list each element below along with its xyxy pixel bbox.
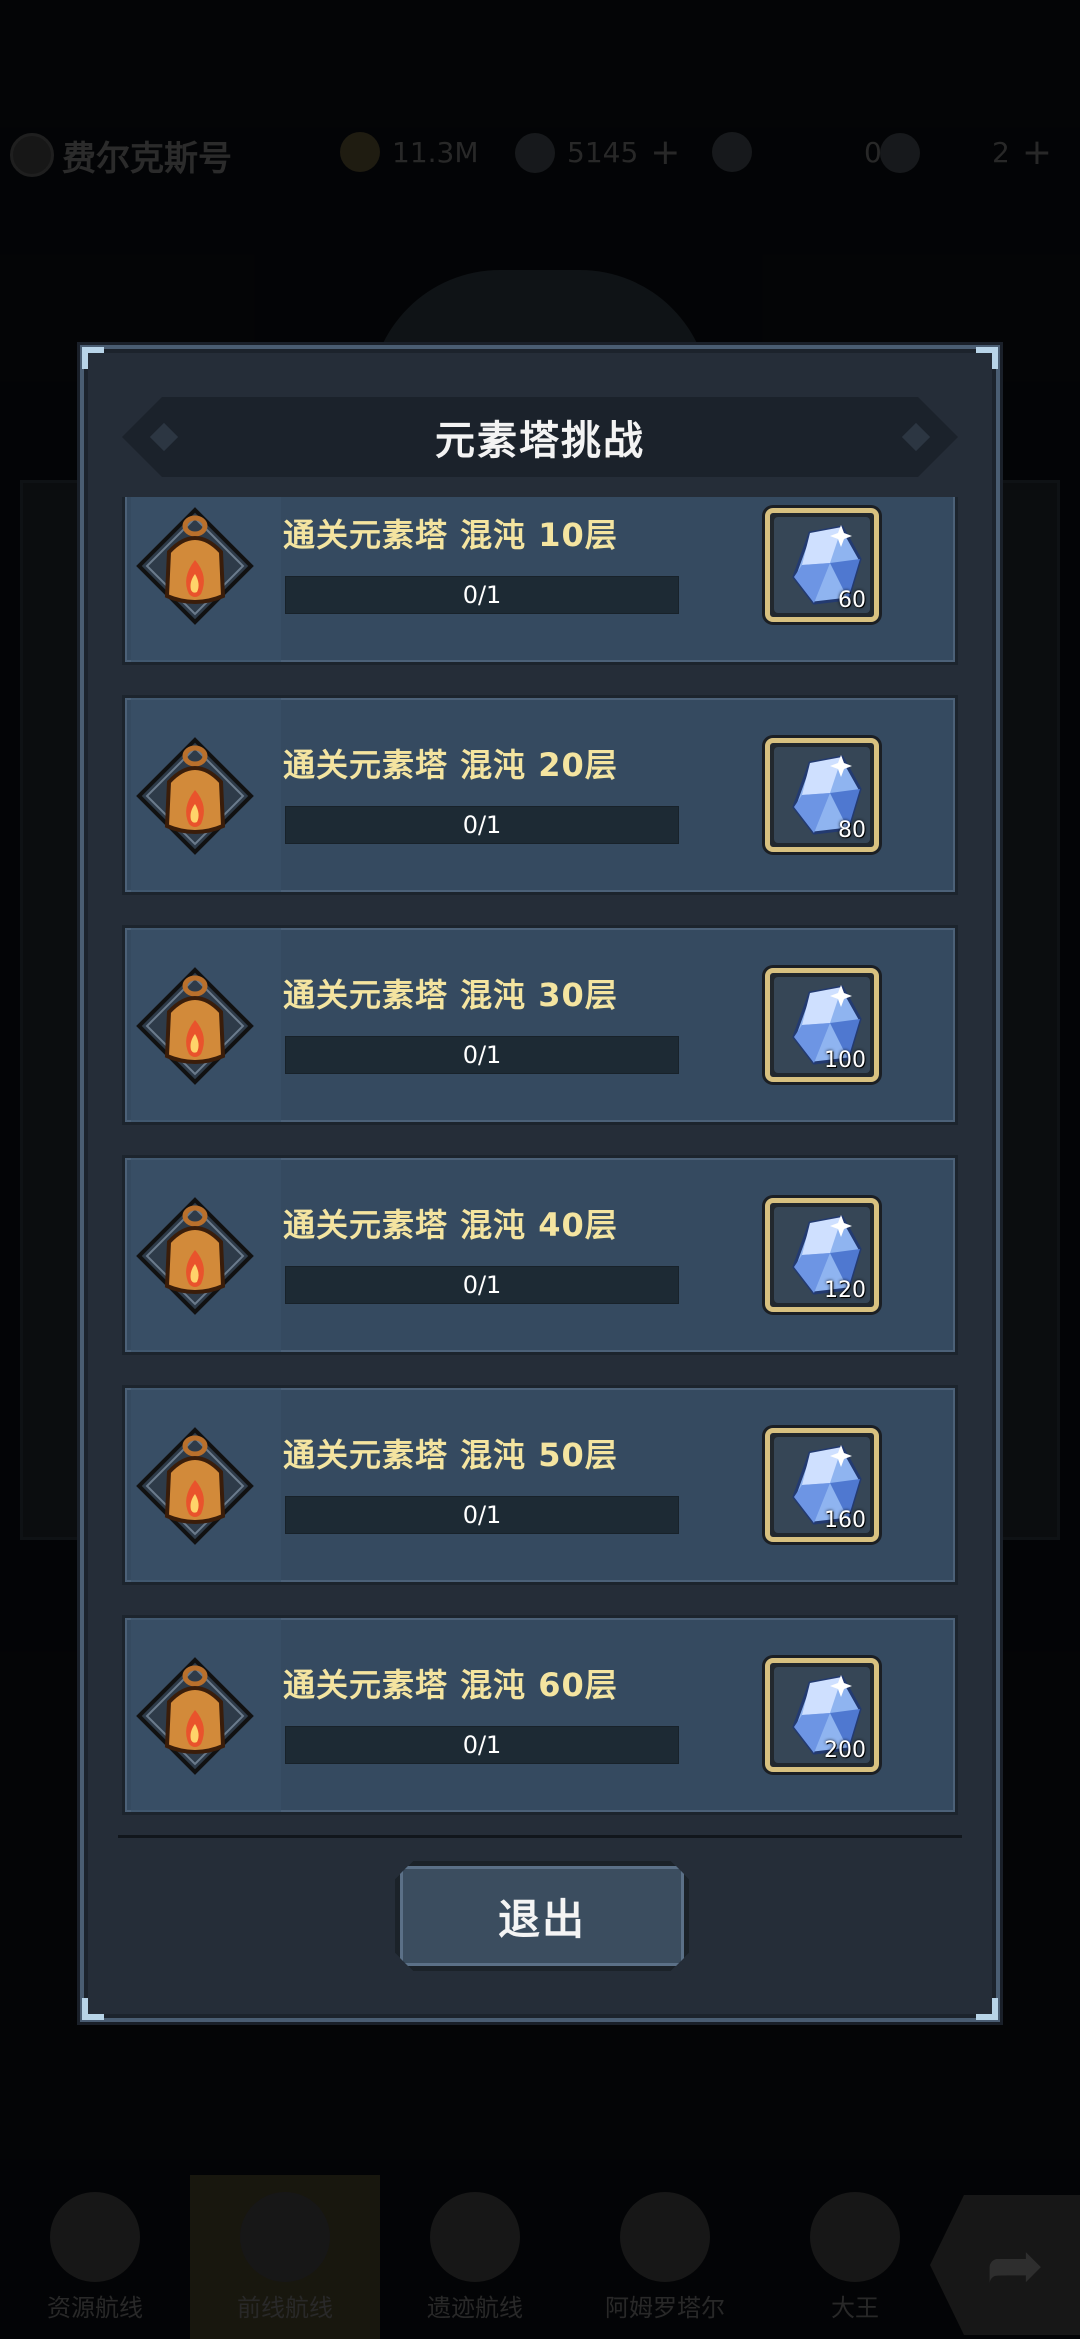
flame-lantern-icon: [136, 967, 254, 1085]
task-title: 通关元素塔 混沌 30层: [283, 976, 618, 1014]
nav-king: 大王: [760, 2175, 950, 2339]
reward-count: 120: [824, 1278, 866, 1303]
diamond-ornament-icon: [901, 422, 931, 452]
task-card: 通关元素塔 混沌 20层 0/1 80: [122, 695, 958, 895]
reward-count: 160: [824, 1508, 866, 1533]
progress-text: 0/1: [462, 1731, 502, 1759]
task-card: 通关元素塔 混沌 30层 0/1 100: [122, 925, 958, 1125]
relic-route-icon: [430, 2192, 520, 2282]
resource-route-icon: [50, 2192, 140, 2282]
task-progress-bar: 0/1: [285, 1726, 679, 1764]
diamond-ornament-icon: [149, 422, 179, 452]
task-progress-bar: 0/1: [285, 1496, 679, 1534]
task-card: 通关元素塔 混沌 10层 0/1 60: [122, 497, 958, 665]
reward-slot[interactable]: 80: [765, 738, 879, 852]
reward-slot[interactable]: 120: [765, 1198, 879, 1312]
coin-icon: [340, 132, 380, 172]
front-route-icon: [240, 2192, 330, 2282]
task-title: 通关元素塔 混沌 40层: [283, 1206, 618, 1244]
task-progress-bar: 0/1: [285, 806, 679, 844]
flame-lantern-icon: [136, 1427, 254, 1545]
resource-chip: 0: [712, 132, 882, 172]
top-resource-bar: 费尔克斯号 11.3M 5145 + 0 2 +: [0, 120, 1080, 190]
flame-lantern-icon: [136, 1657, 254, 1775]
progress-text: 0/1: [462, 1041, 502, 1069]
task-title: 通关元素塔 混沌 10层: [283, 516, 618, 554]
ship-icon: [10, 133, 54, 177]
task-card: 通关元素塔 混沌 40层 0/1 120: [122, 1155, 958, 1355]
task-list[interactable]: 通关元素塔 混沌 10层 0/1 60 通关元素塔 混沌 20层 0/1 80 …: [122, 497, 958, 1842]
resource-coins: 11.3M: [340, 132, 479, 172]
corner-decoration: [82, 347, 104, 369]
king-icon: [810, 2192, 900, 2282]
forward-arrow-button: ➦: [930, 2195, 1080, 2335]
flame-lantern-icon: [136, 1197, 254, 1315]
forward-arrow-icon: ➦: [985, 2224, 1045, 2306]
progress-text: 0/1: [462, 581, 502, 609]
reward-count: 60: [838, 588, 866, 613]
progress-text: 0/1: [462, 811, 502, 839]
corner-decoration: [976, 347, 998, 369]
ship-name: 费尔克斯号: [62, 138, 232, 179]
chip-icon: [712, 132, 752, 172]
task-progress-bar: 0/1: [285, 1266, 679, 1304]
flame-lantern-icon: [136, 737, 254, 855]
reward-slot[interactable]: 60: [765, 508, 879, 622]
task-title: 通关元素塔 混沌 50层: [283, 1436, 618, 1474]
task-progress-bar: 0/1: [285, 1036, 679, 1074]
background-right-panel: [990, 480, 1060, 1540]
corner-decoration: [976, 1998, 998, 2020]
reward-count: 80: [838, 818, 866, 843]
fuel-icon: [880, 132, 920, 173]
bottom-nav: 资源航线 前线航线 遗迹航线 阿姆罗塔尔 大王 ➦: [0, 2175, 1080, 2339]
resource-feather: 5145 +: [515, 132, 680, 173]
reward-slot[interactable]: 200: [765, 1658, 879, 1772]
element-tower-challenge-dialog: 元素塔挑战 通关元素塔 混沌 10层 0/1 60 通关元素塔 混沌 20层 0…: [80, 345, 1000, 2022]
resource-fuel: 2 +: [880, 132, 1052, 173]
nav-amrotal: 阿姆罗塔尔: [570, 2175, 760, 2339]
amrotal-icon: [620, 2192, 710, 2282]
divider: [118, 1835, 962, 1838]
flame-lantern-icon: [136, 507, 254, 625]
exit-button-label: 退出: [497, 1894, 586, 1944]
progress-text: 0/1: [462, 1271, 502, 1299]
nav-resource-route: 资源航线: [0, 2175, 190, 2339]
nav-front-route: 前线航线: [190, 2175, 380, 2339]
task-card: 通关元素塔 混沌 50层 0/1 160: [122, 1385, 958, 1585]
reward-count: 200: [824, 1738, 866, 1763]
reward-slot[interactable]: 100: [765, 968, 879, 1082]
task-card: 通关元素塔 混沌 60层 0/1 200: [122, 1615, 958, 1815]
corner-decoration: [82, 1998, 104, 2020]
dialog-title-bar: 元素塔挑战: [122, 397, 958, 477]
nav-relic-route: 遗迹航线: [380, 2175, 570, 2339]
task-progress-bar: 0/1: [285, 576, 679, 614]
reward-count: 100: [824, 1048, 866, 1073]
dialog-title: 元素塔挑战: [435, 418, 645, 464]
feather-icon: [515, 132, 555, 173]
exit-button[interactable]: 退出: [395, 1861, 689, 1971]
task-title: 通关元素塔 混沌 20层: [283, 746, 618, 784]
progress-text: 0/1: [462, 1501, 502, 1529]
task-title: 通关元素塔 混沌 60层: [283, 1666, 618, 1704]
reward-slot[interactable]: 160: [765, 1428, 879, 1542]
